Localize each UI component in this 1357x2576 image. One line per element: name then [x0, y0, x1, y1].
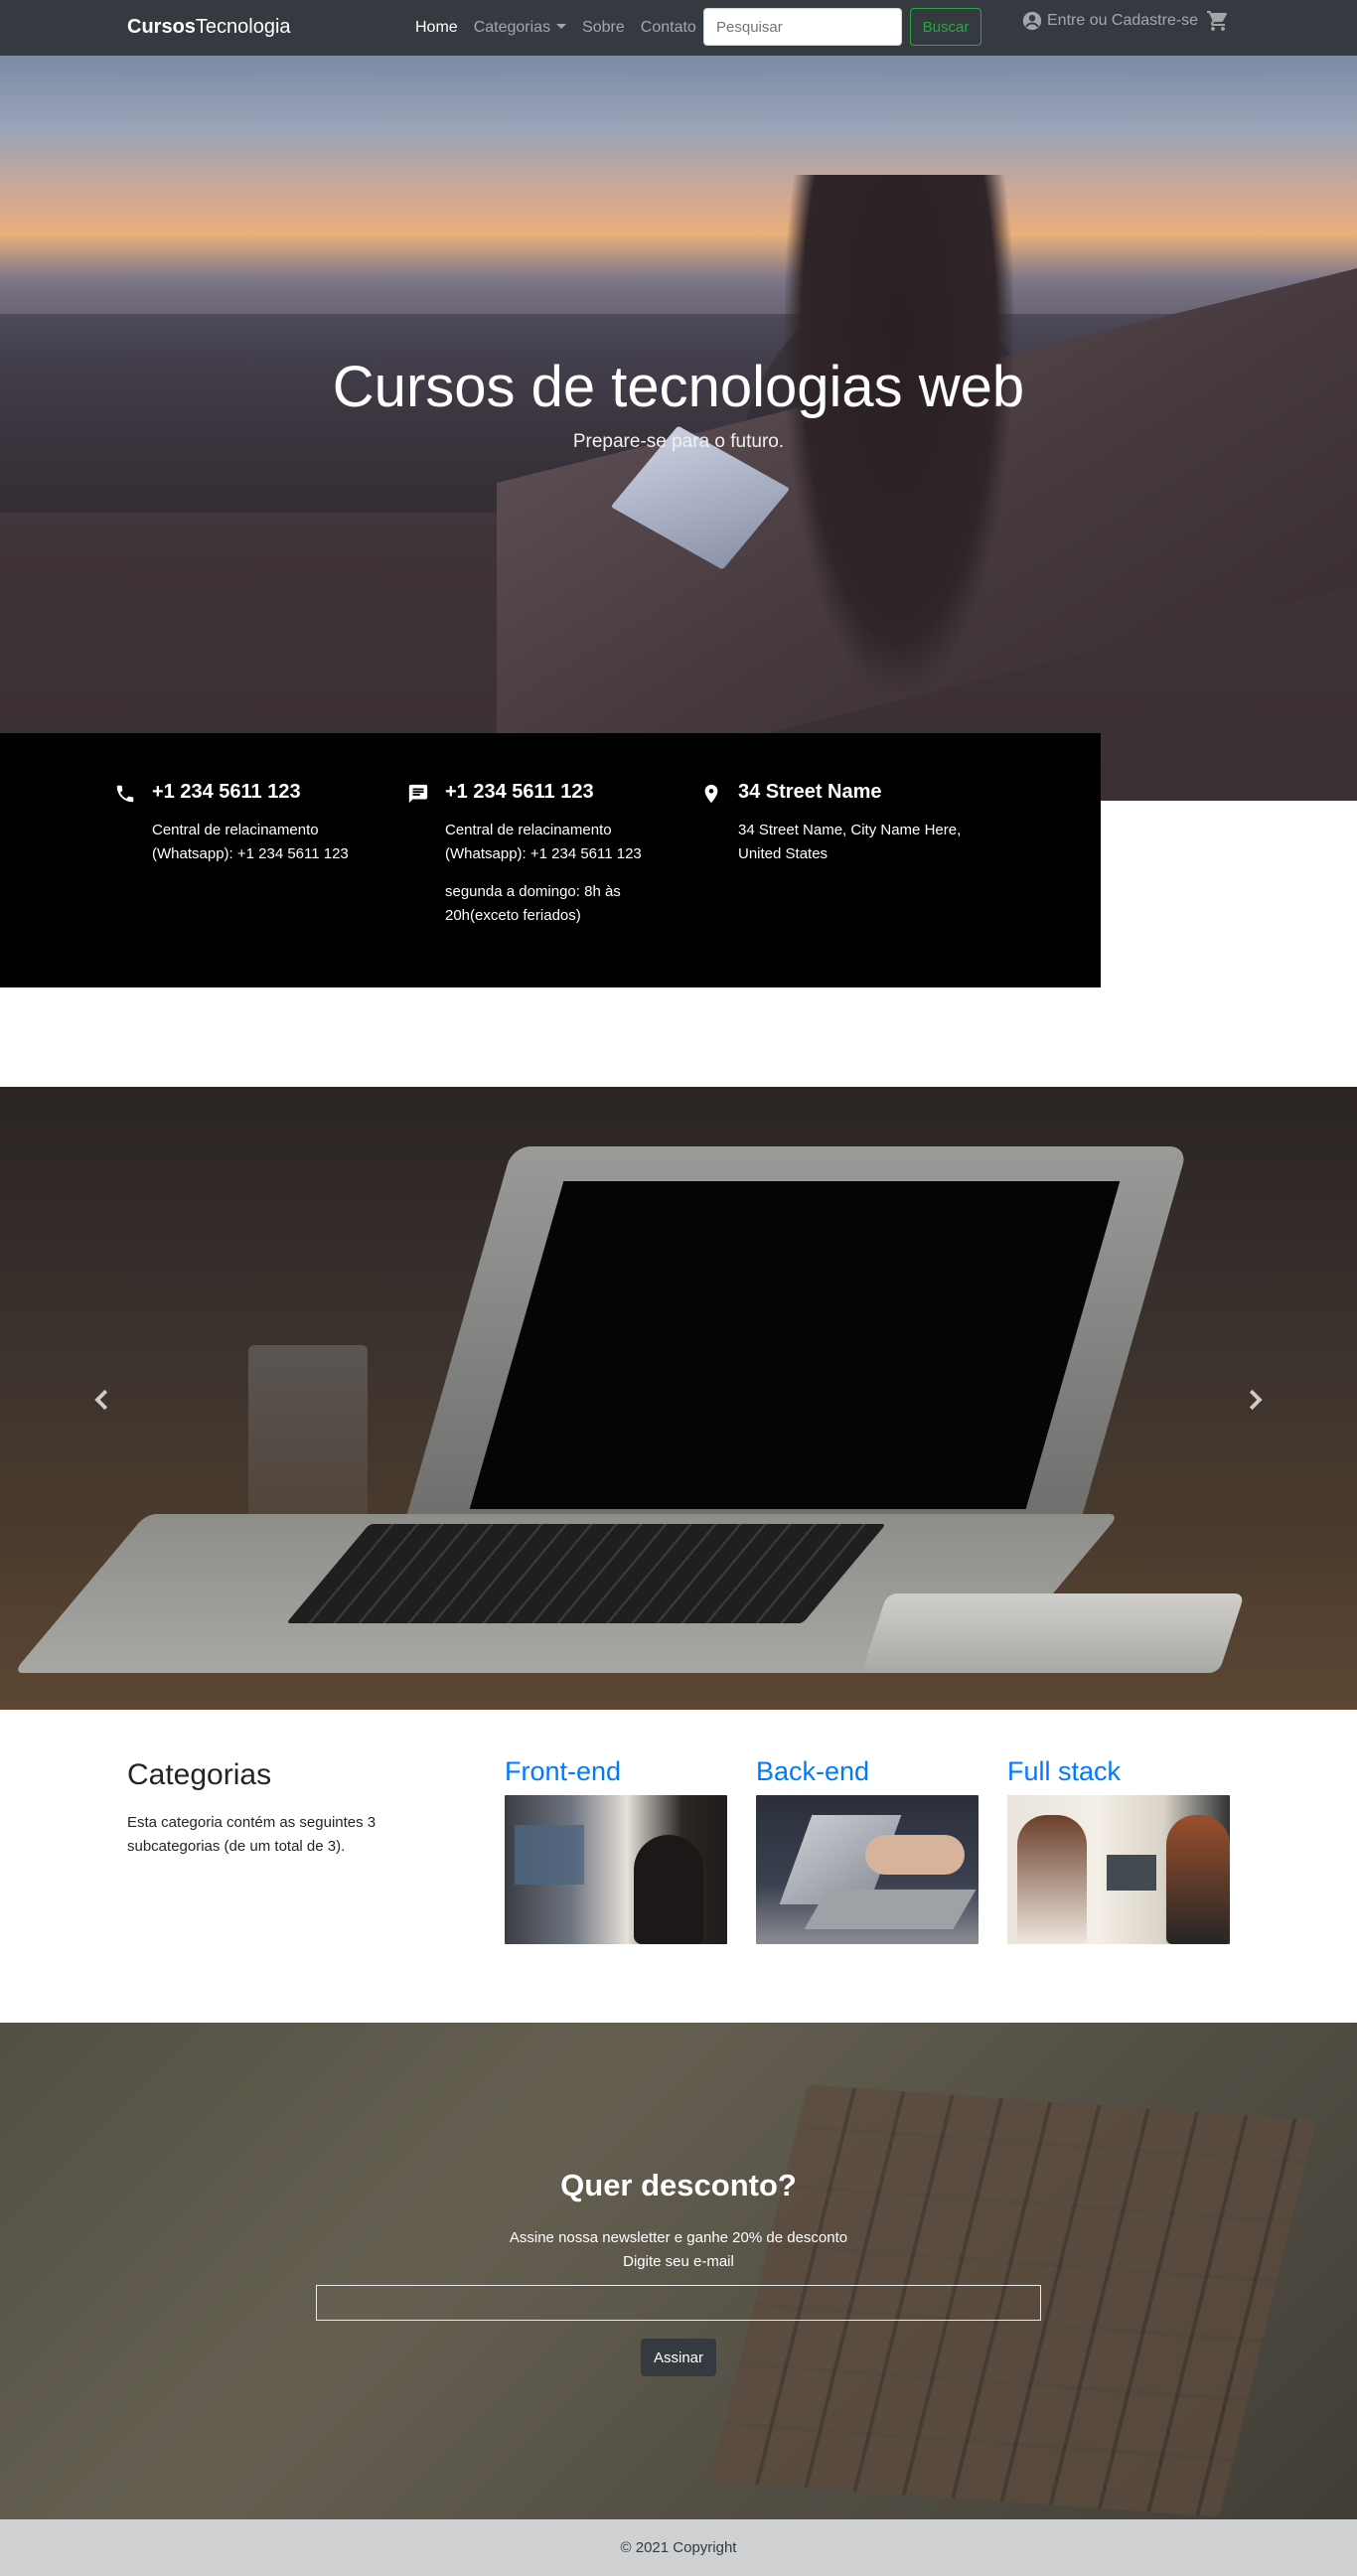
contact-phone-text: Central de relacinamento (Whatsapp): +1 …: [152, 822, 349, 862]
phone-icon: [116, 785, 134, 803]
carousel-phone-image: [861, 1593, 1245, 1673]
account-circle-icon: [1022, 11, 1042, 31]
brand-logo[interactable]: CursosTecnologia: [127, 16, 291, 39]
newsletter-title: Quer desconto?: [560, 2168, 797, 2202]
login-link[interactable]: Entre ou Cadastre-se: [1021, 10, 1198, 32]
nav-links: Home Categorias Sobre Contato: [415, 19, 696, 37]
subscribe-button[interactable]: Assinar: [641, 2339, 716, 2376]
footer-copyright: © 2021 Copyright: [620, 2539, 737, 2556]
newsletter-overlay: [0, 2023, 1357, 2519]
newsletter-email-label: Digite seu e-mail: [623, 2253, 734, 2270]
brand-bold: Cursos: [127, 16, 196, 38]
shopping-cart-icon[interactable]: [1206, 9, 1230, 33]
category-card-full-stack[interactable]: Full stack: [1007, 1756, 1230, 1944]
category-card-back-end[interactable]: Back-end: [756, 1756, 979, 1944]
category-image-back-end[interactable]: [756, 1795, 979, 1944]
contact-address-text: 34 Street Name, City Name Here, United S…: [738, 822, 962, 862]
image-carousel: [0, 1087, 1357, 1710]
categories-title: Categorias: [127, 1758, 272, 1791]
message-icon: [408, 784, 428, 804]
newsletter-subtitle: Assine nossa newsletter e ganhe 20% de d…: [509, 2229, 848, 2246]
top-navbar: CursosTecnologia Home Categorias Sobre C…: [0, 0, 1357, 56]
hero-subtitle: Prepare-se para o futuro.: [572, 431, 785, 452]
category-link-full-stack[interactable]: Full stack: [1007, 1756, 1230, 1787]
nav-link-sobre[interactable]: Sobre: [582, 19, 625, 37]
chevron-left-icon[interactable]: [87, 1385, 117, 1415]
brand-rest: Tecnologia: [195, 16, 291, 38]
hero-banner: Cursos de tecnologias web Prepare-se par…: [0, 56, 1357, 801]
category-image-full-stack[interactable]: [1007, 1795, 1230, 1944]
nav-link-categorias-dropdown[interactable]: Categorias: [473, 19, 567, 37]
search-input[interactable]: [703, 8, 902, 46]
category-image-front-end[interactable]: [505, 1795, 727, 1944]
login-label: Entre ou Cadastre-se: [1047, 12, 1199, 29]
contact-phone-title: +1 234 5611 123: [152, 781, 301, 803]
footer: © 2021 Copyright: [0, 2519, 1357, 2576]
nav-link-contato[interactable]: Contato: [641, 19, 696, 37]
contact-hours-text: segunda a domingo: 8h às 20h(exceto feri…: [445, 883, 621, 924]
chevron-right-icon[interactable]: [1240, 1385, 1270, 1415]
carousel-laptop-screen: [469, 1181, 1121, 1509]
newsletter-section: Quer desconto? Assine nossa newsletter e…: [0, 2023, 1357, 2519]
search-button[interactable]: Buscar: [910, 8, 981, 46]
contact-address-title: 34 Street Name: [738, 781, 882, 803]
nav-link-home[interactable]: Home: [415, 19, 458, 37]
contact-info-block: +1 234 5611 123 Central de relacinamento…: [0, 733, 1101, 987]
contact-message-title: +1 234 5611 123: [445, 781, 594, 803]
location-pin-icon: [704, 784, 718, 804]
nav-link-categorias-label: Categorias: [473, 19, 551, 36]
hero-title: Cursos de tecnologias web: [332, 355, 1025, 419]
category-link-back-end[interactable]: Back-end: [756, 1756, 979, 1787]
categories-description: Esta categoria contém as seguintes 3 sub…: [127, 1814, 377, 1855]
newsletter-email-input[interactable]: [316, 2285, 1041, 2321]
category-card-front-end[interactable]: Front-end: [505, 1756, 727, 1944]
contact-message-text: Central de relacinamento (Whatsapp): +1 …: [445, 822, 642, 862]
category-link-front-end[interactable]: Front-end: [505, 1756, 727, 1787]
carousel-laptop-keyboard: [286, 1524, 886, 1623]
chevron-down-icon: [556, 24, 567, 29]
